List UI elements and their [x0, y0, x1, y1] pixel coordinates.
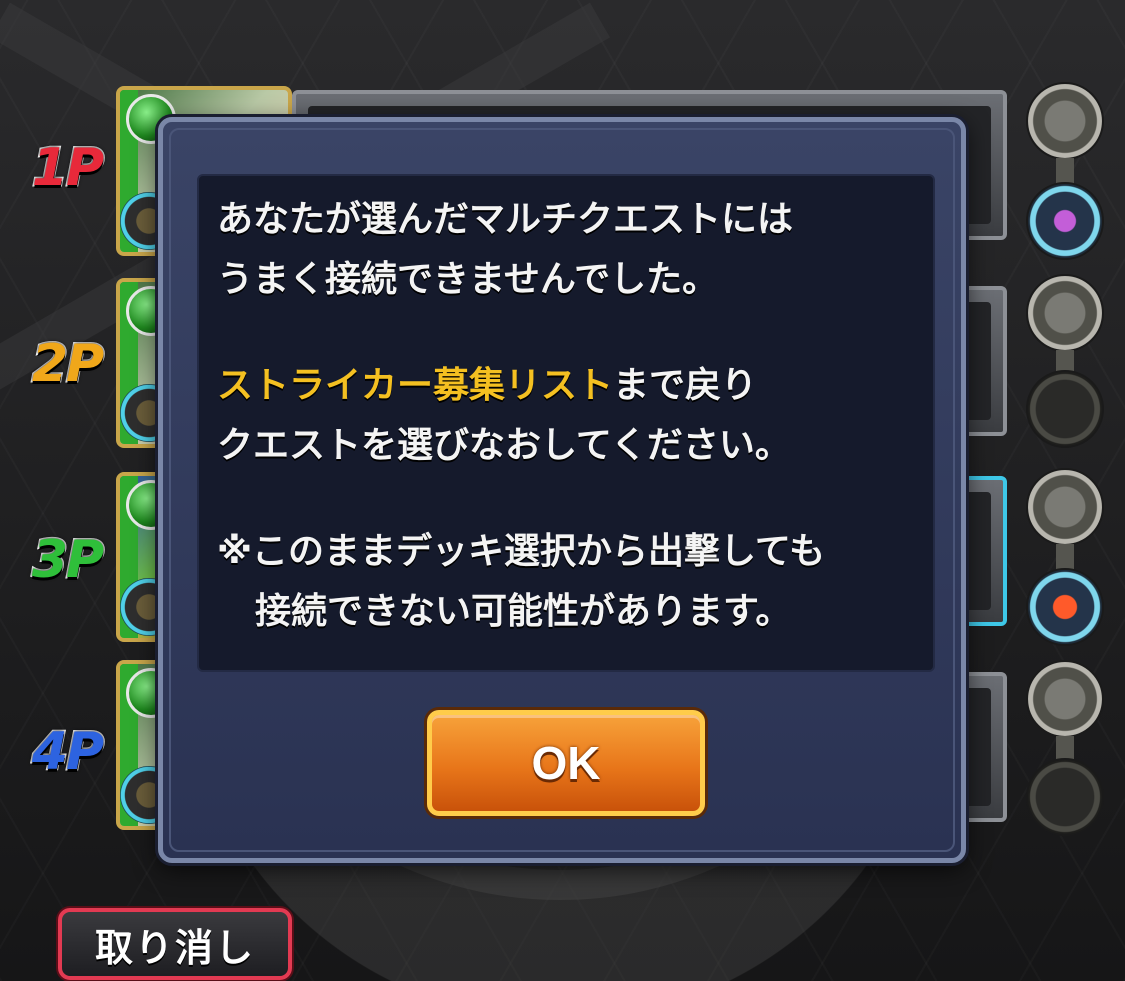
message-line: うまく接続できませんでした。	[217, 259, 719, 300]
empty-slot-icon	[1026, 758, 1104, 836]
recruit-list-link-text: ストライカー募集リスト	[217, 365, 614, 406]
emote-button-icon[interactable]	[1026, 274, 1104, 352]
right-button-stack	[1026, 274, 1106, 454]
connection-error-dialog: あなたが選んだマルチクエストには うまく接続できませんでした。 ストライカー募集…	[158, 117, 966, 863]
player-label-1p: 1P	[30, 137, 105, 200]
message-line: あなたが選んだマルチクエストには	[217, 199, 794, 240]
player-label-4p: 4P	[30, 721, 105, 784]
fire-plus-icon[interactable]	[1026, 568, 1104, 646]
message-line: クエストを選びなおしてください。	[217, 425, 791, 466]
right-button-stack	[1026, 660, 1106, 840]
wing-icon[interactable]	[1026, 182, 1104, 260]
cancel-button[interactable]: 取り消し	[58, 908, 292, 980]
message-box: あなたが選んだマルチクエストには うまく接続できませんでした。 ストライカー募集…	[197, 174, 935, 672]
player-label-2p: 2P	[30, 333, 105, 396]
emote-button-icon[interactable]	[1026, 660, 1104, 738]
right-button-stack	[1026, 468, 1106, 648]
player-label-3p: 3P	[30, 529, 105, 592]
empty-slot-icon	[1026, 370, 1104, 448]
emote-button-icon[interactable]	[1026, 82, 1104, 160]
notice-line: 接続できない可能性があります。	[255, 591, 792, 632]
notice-line: ※このままデッキ選択から出撃しても	[217, 531, 826, 572]
ok-button[interactable]: OK	[427, 710, 705, 816]
emote-button-icon[interactable]	[1026, 468, 1104, 546]
right-button-stack	[1026, 82, 1106, 262]
message-line: ストライカー募集リストまで戻り	[217, 365, 758, 406]
